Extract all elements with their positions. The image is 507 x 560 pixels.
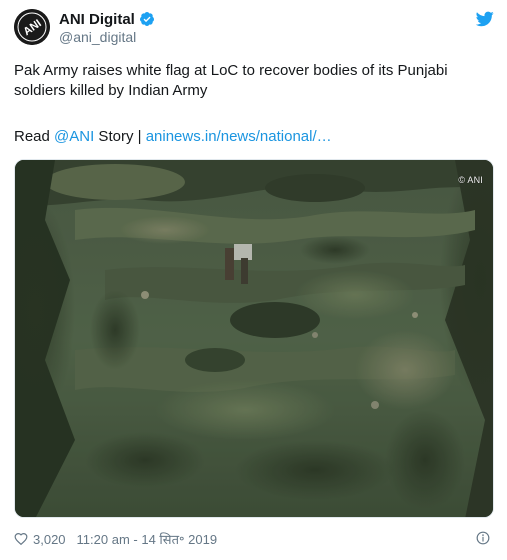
avatar[interactable]: ANI [14,9,50,45]
tweet-text-line-2: soldiers killed by Indian Army [14,82,208,99]
tweet-photo[interactable]: © ANI [14,159,494,518]
read-prefix: Read [14,128,55,145]
twitter-bird-icon[interactable] [476,11,494,27]
info-icon[interactable] [476,531,490,545]
handle[interactable]: @ani_digital [59,29,155,45]
read-story-line: Read @ANI Story | aninews.in/news/nation… [14,127,332,147]
like-count[interactable]: 3,020 [33,532,66,547]
story-text: Story | [94,128,146,145]
display-name[interactable]: ANI Digital [59,11,135,28]
hillside-photo [15,160,493,517]
verified-badge-icon [139,12,154,26]
tweet-text-line-1: Pak Army raises white flag at LoC to rec… [14,62,448,79]
mention-link[interactable]: @ANI [54,128,94,145]
author-names: ANI Digital @ani_digital [59,10,155,45]
photo-watermark: © ANI [458,175,483,185]
tweet-card: ANI ANI Digital @ani_digital Pak Army ra… [0,0,507,560]
timestamp[interactable]: 11:20 am - 14 सित॰ 2019 [77,530,218,548]
tweet-header: ANI ANI Digital @ani_digital [14,9,494,49]
tweet-text: Pak Army raises white flag at LoC to rec… [14,61,494,101]
ani-logo: ANI [14,9,50,45]
story-link[interactable]: aninews.in/news/national/… [146,128,332,145]
heart-icon[interactable] [14,532,28,546]
tweet-footer: 3,020 11:20 am - 14 सित॰ 2019 [14,530,494,548]
